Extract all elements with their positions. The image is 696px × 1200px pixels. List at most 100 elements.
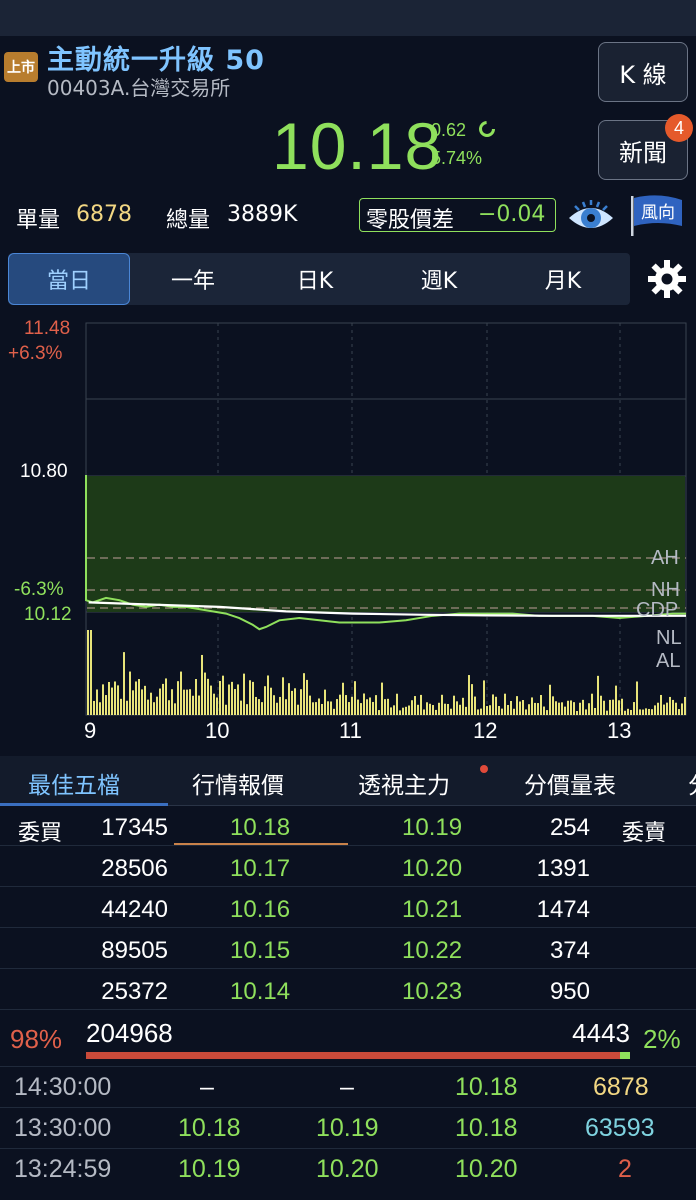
- bid-qty: 17345: [101, 814, 168, 841]
- sell-pct: 2%: [643, 1024, 681, 1054]
- volume-bar: [606, 710, 608, 715]
- volume-bar: [561, 702, 563, 715]
- volume-bar: [399, 710, 401, 715]
- bid-qty: 25372: [101, 978, 168, 1005]
- bid-qty: 89505: [101, 937, 168, 964]
- volume-bar: [138, 679, 140, 715]
- trade-row: 13:24:59 10.19 10.20 10.20 2: [0, 1148, 696, 1188]
- volume-bar: [654, 705, 656, 715]
- volume-bar: [528, 704, 530, 715]
- volume-bar: [450, 708, 452, 715]
- volume-bar: [465, 706, 467, 715]
- eye-icon[interactable]: [565, 194, 617, 238]
- tab-best-five[interactable]: 最佳五檔: [28, 766, 120, 800]
- volume-bar: [546, 710, 548, 715]
- volume-bar: [231, 681, 233, 715]
- kline-button[interactable]: K 線: [598, 42, 688, 102]
- trade-ask: 10.19: [316, 1114, 379, 1142]
- volume-bar: [171, 689, 173, 715]
- intraday-chart[interactable]: 11.48 +6.3% 10.80 -6.3% 10.12 AH NH CDP …: [0, 315, 696, 755]
- volume-bar: [663, 704, 665, 715]
- bid-qty: 28506: [101, 855, 168, 882]
- trade-bid: 10.19: [178, 1155, 241, 1183]
- volume-bar: [222, 675, 224, 715]
- trade-qty: 2: [618, 1155, 632, 1183]
- volume-bar: [249, 680, 251, 715]
- volume-bar: [501, 708, 503, 715]
- ask-price: 10.19: [402, 814, 463, 841]
- odd-lot-spread[interactable]: 零股價差 −0.04: [359, 198, 556, 233]
- volume-bar: [147, 699, 149, 715]
- gear-icon[interactable]: [645, 257, 689, 301]
- ask-price: 10.22: [402, 937, 463, 964]
- volume-bar: [444, 703, 446, 715]
- tab-quotes[interactable]: 行情報價: [192, 766, 284, 800]
- volume-bar: [297, 704, 299, 715]
- volume-bar: [213, 693, 215, 715]
- flag-icon[interactable]: 風向: [628, 194, 684, 238]
- volume-bar: [363, 693, 365, 715]
- x-tick-9: 9: [84, 718, 97, 743]
- volume-bar: [243, 673, 245, 715]
- tab-weekly-k[interactable]: 週K: [380, 253, 498, 305]
- tab-intraday[interactable]: 當日: [8, 253, 130, 305]
- volume-bar: [159, 688, 161, 715]
- ask-price: 10.23: [402, 978, 463, 1005]
- volume-bar: [321, 703, 323, 715]
- trade-qty: 63593: [585, 1114, 655, 1142]
- volume-bar: [330, 701, 332, 715]
- volume-bar: [351, 696, 353, 715]
- volume-bar: [366, 699, 368, 715]
- volume-bar: [684, 696, 686, 715]
- trade-ask: –: [340, 1073, 354, 1101]
- volume-bar: [519, 701, 521, 715]
- volume-bar: [618, 700, 620, 715]
- volume-bar: [237, 684, 239, 715]
- volume-bar: [267, 675, 269, 715]
- volume-bar: [369, 697, 371, 715]
- volume-bar: [672, 699, 674, 715]
- trade-bid: –: [200, 1073, 214, 1101]
- volume-bar: [288, 683, 290, 715]
- tab-daily-k[interactable]: 日K: [256, 253, 374, 305]
- volume-bar: [420, 694, 422, 715]
- volume-bar: [639, 709, 641, 715]
- volume-bar: [462, 697, 464, 715]
- volume-bar: [495, 696, 497, 715]
- volume-bar: [387, 698, 389, 715]
- ask-qty: 1474: [536, 896, 590, 923]
- volume-bar: [675, 702, 677, 715]
- tab-main-force[interactable]: 透視主力: [358, 766, 450, 800]
- ask-qty: 374: [549, 937, 590, 964]
- volume-bar: [111, 687, 113, 715]
- volume-bar: [375, 695, 377, 715]
- volume-bar: [417, 704, 419, 715]
- volume-bar: [102, 684, 104, 715]
- tab-more[interactable]: 分: [688, 766, 696, 800]
- volume-bar: [657, 702, 659, 715]
- volume-bar: [144, 685, 146, 715]
- volume-bar: [612, 699, 614, 715]
- sell-total: 4443: [572, 1018, 630, 1048]
- volume-bar: [117, 685, 119, 715]
- volume-bar: [513, 708, 515, 715]
- tab-monthly-k[interactable]: 月K: [504, 253, 622, 305]
- volume-bar: [393, 705, 395, 715]
- ref-label-al: AL: [656, 650, 681, 672]
- volume-bar: [423, 709, 425, 715]
- tab-one-year[interactable]: 一年: [134, 253, 252, 305]
- orderbook-row: 委買 17345 10.18 10.19 254 委賣: [0, 806, 696, 846]
- volume-bar: [525, 709, 527, 715]
- volume-bar: [390, 707, 392, 715]
- tab-price-volume[interactable]: 分價量表: [524, 766, 616, 800]
- buy-pct: 98%: [10, 1024, 63, 1054]
- volume-bar: [120, 698, 122, 715]
- volume-bar: [630, 709, 632, 715]
- volume-bar: [90, 630, 92, 715]
- bid-price: 10.14: [230, 978, 291, 1005]
- volume-bar: [324, 689, 326, 715]
- volume-bar: [543, 706, 545, 715]
- volume-bar: [468, 675, 470, 715]
- volume-bar: [534, 702, 536, 715]
- volume-bar: [414, 696, 416, 715]
